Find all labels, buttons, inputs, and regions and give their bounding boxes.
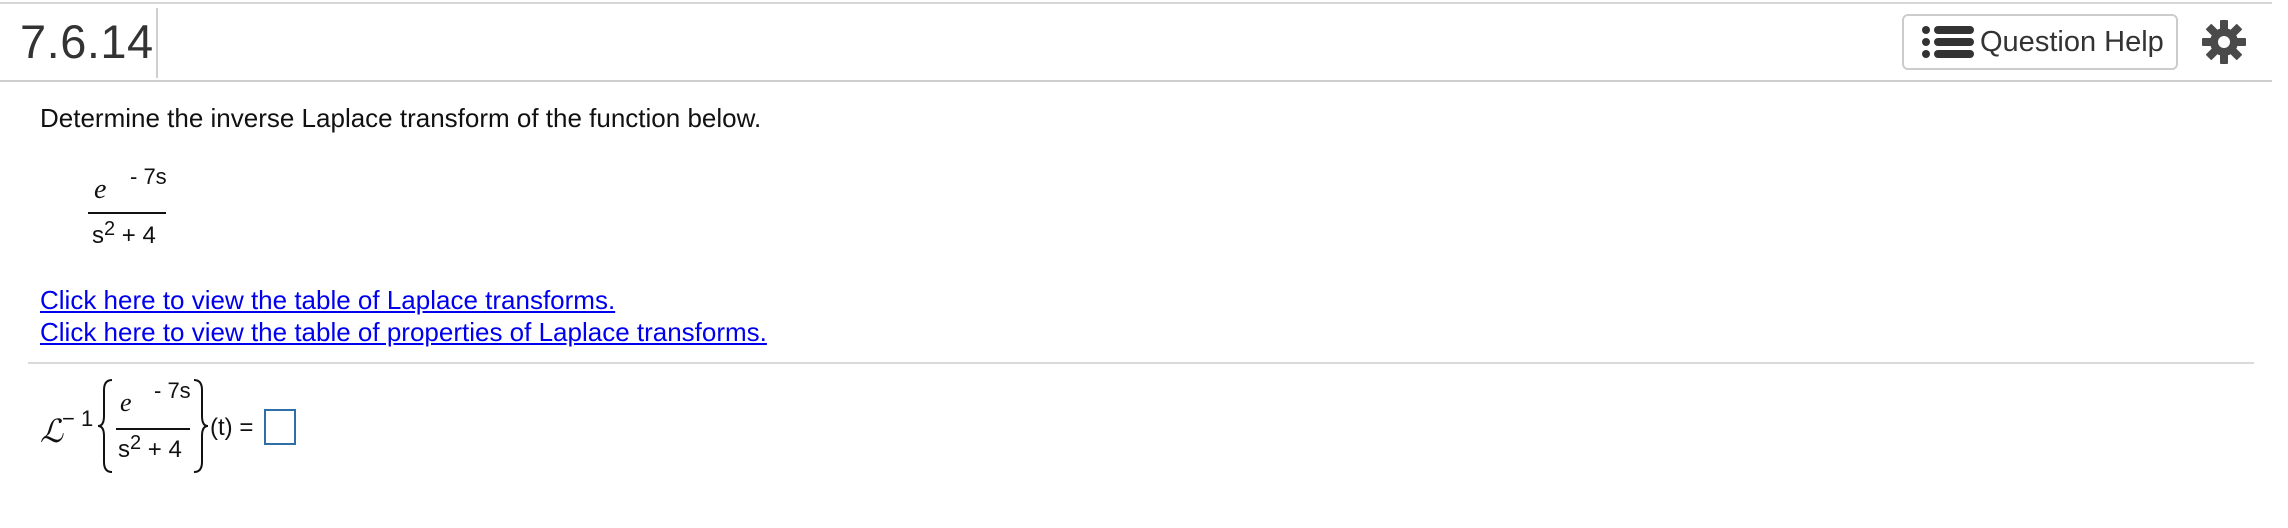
answer-expression: ℒ − 1 e - 7s s2 + 4 (t) = [40,376,440,476]
laplace-operator: ℒ [40,413,64,449]
question-page: 7.6.14 Question Help Determine the inver… [0,0,2288,528]
answer-fraction: e - 7s s2 + 4 [116,376,192,476]
laplace-properties-link[interactable]: Click here to view the table of properti… [40,316,767,348]
fraction-bar [88,212,166,214]
question-help-button[interactable]: Question Help [1902,14,2178,70]
answer-argument: (t) = [210,414,254,441]
question-prompt: Determine the inverse Laplace transform … [40,103,762,133]
answer-numerator-exponent: - 7s [154,378,191,403]
answer-divider [28,362,2254,364]
left-brace [97,379,113,473]
answer-fraction-bar [116,428,190,430]
problem-number: 7.6.14 [20,15,154,68]
answer-input[interactable] [264,409,296,445]
inverse-exponent: − 1 [62,406,94,431]
question-help-label: Question Help [1980,25,2164,58]
denominator: s2 + 4 [92,218,156,249]
header-vertical-divider [156,8,158,78]
numerator-exponent: - 7s [130,164,167,189]
list-icon [1922,25,1976,59]
top-divider [0,2,2272,4]
laplace-table-link[interactable]: Click here to view the table of Laplace … [40,284,767,316]
answer-denominator: s2 + 4 [118,432,182,463]
function-fraction: e - 7s s2 + 4 [88,160,178,260]
reference-links: Click here to view the table of Laplace … [40,284,767,348]
right-brace [193,379,209,473]
answer-numerator-base: e [120,388,132,417]
header-divider [0,80,2272,82]
gear-icon[interactable] [2202,20,2246,64]
numerator-base: e [94,174,107,205]
